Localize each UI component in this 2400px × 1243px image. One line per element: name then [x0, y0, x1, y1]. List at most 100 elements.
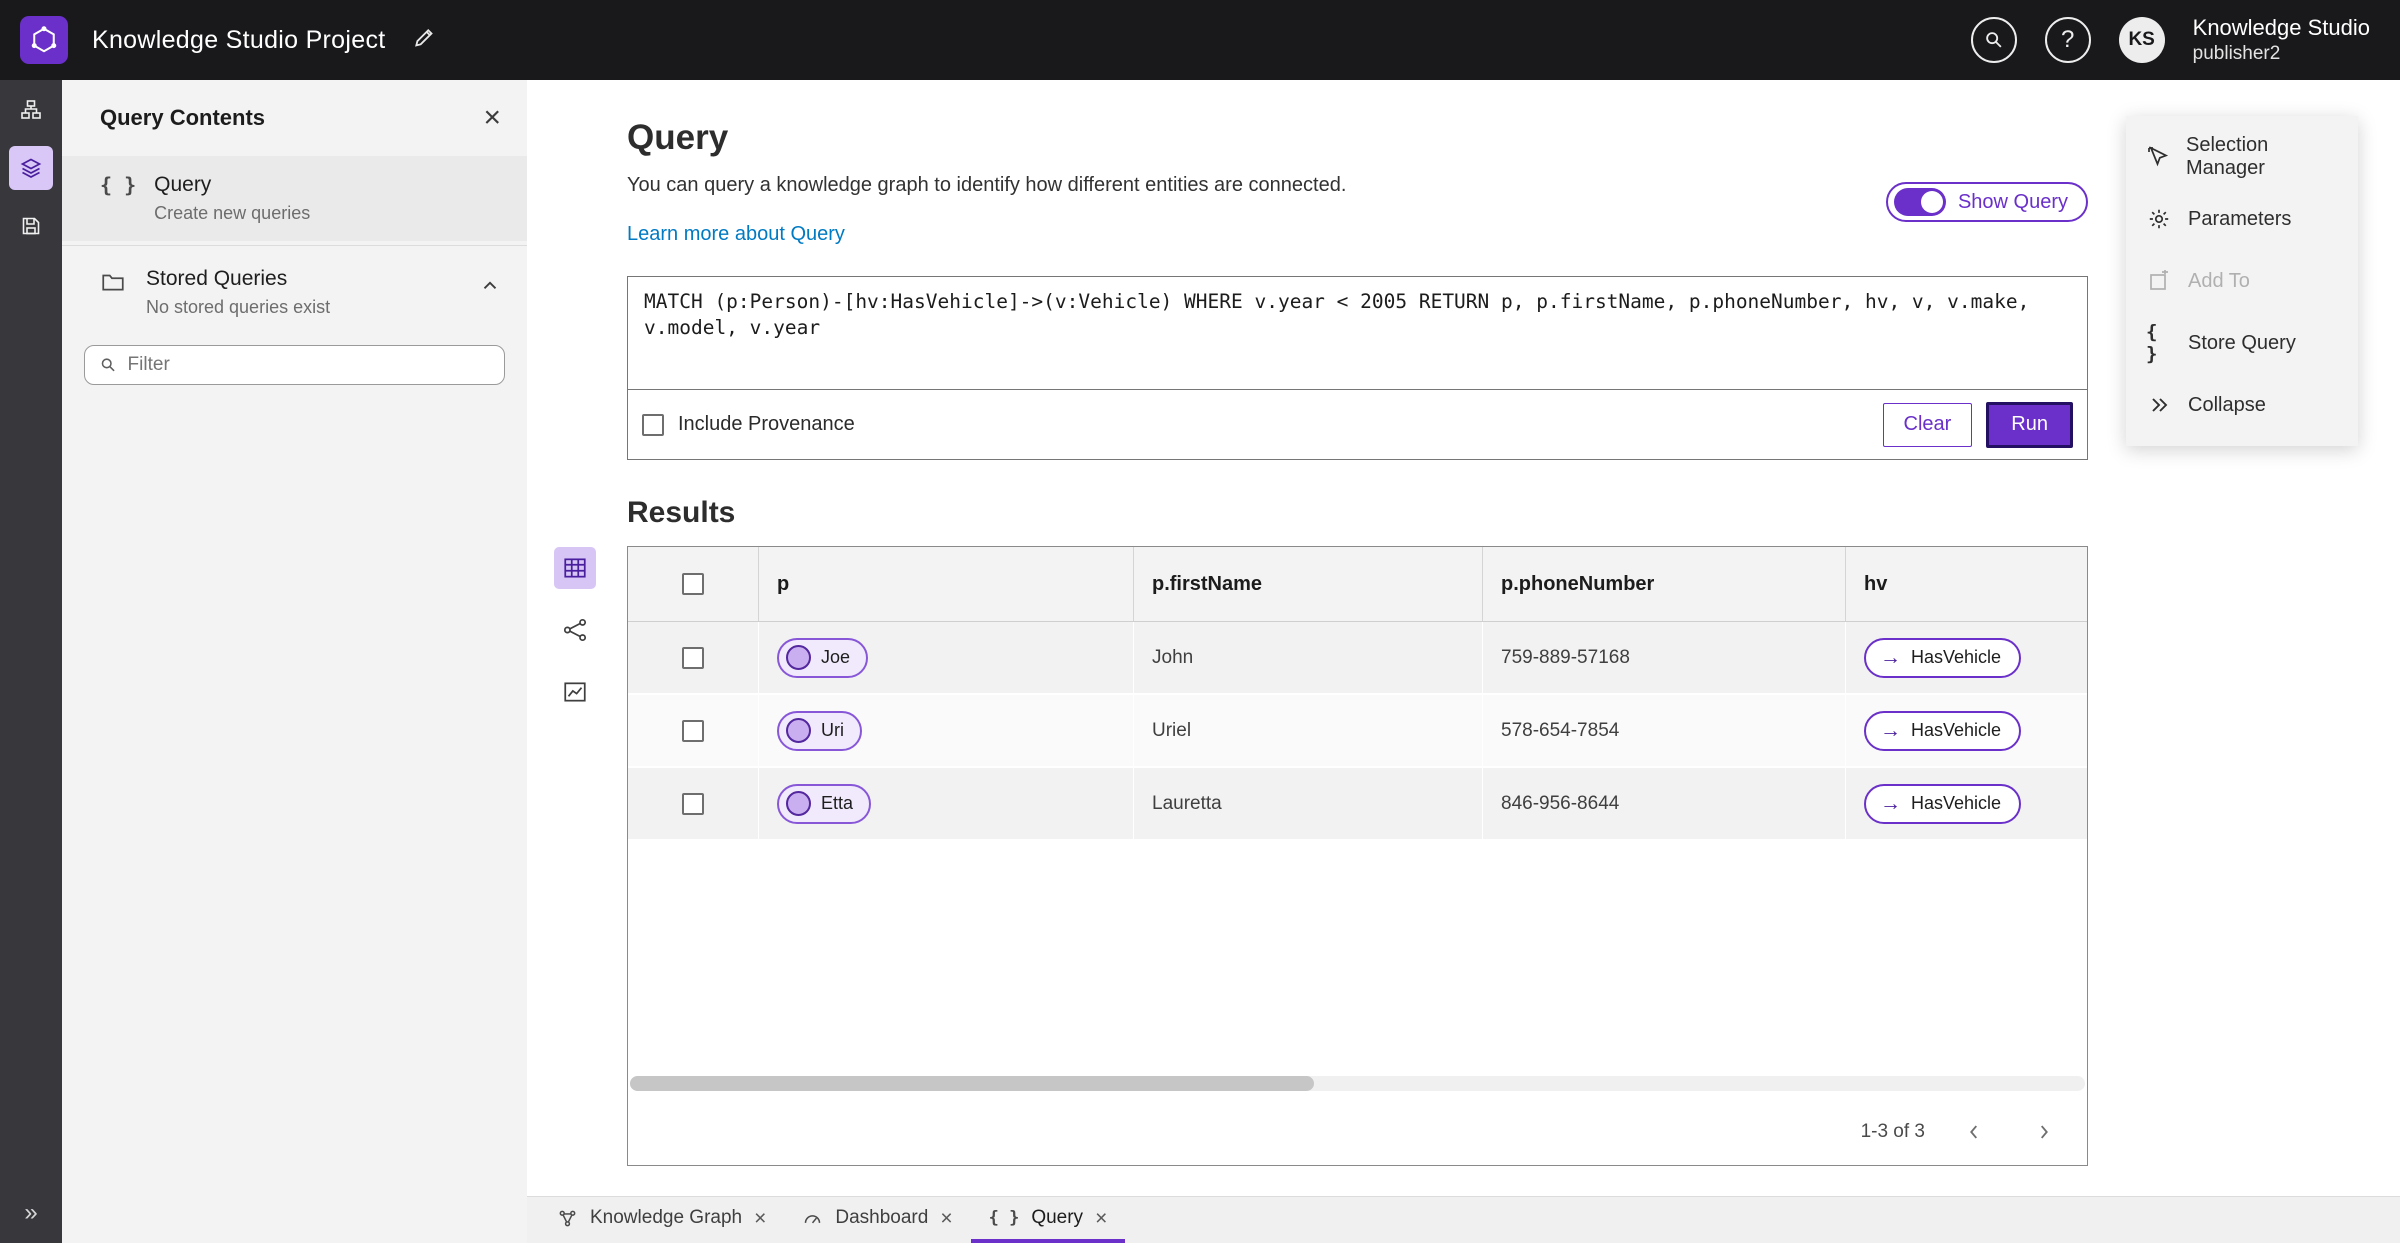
- entity-node-icon: [786, 718, 811, 743]
- tab-query[interactable]: { } Query ×: [970, 1197, 1126, 1243]
- tab-label: Query: [1031, 1207, 1084, 1228]
- search-icon: [101, 358, 115, 372]
- query-editor: MATCH (p:Person)-[hv:HasVehicle]->(v:Veh…: [627, 276, 2088, 460]
- data-model-button[interactable]: [9, 88, 53, 132]
- close-panel-button[interactable]: ×: [483, 103, 501, 133]
- question-mark-icon: ?: [2060, 26, 2075, 53]
- result-view-switcher: [554, 547, 596, 713]
- row-checkbox[interactable]: [682, 646, 704, 669]
- search-button[interactable]: [1970, 17, 2017, 63]
- query-nav-subtitle: Create new queries: [154, 203, 311, 223]
- app-name-label: Knowledge Studio: [2192, 15, 2370, 41]
- cell-firstname: Uriel: [1133, 695, 1482, 766]
- user-avatar[interactable]: KS: [2118, 17, 2165, 63]
- user-info[interactable]: Knowledge Studio publisher2: [2193, 14, 2370, 65]
- query-contents-panel: Query Contents × { } Query Create new qu…: [62, 80, 527, 1243]
- select-all-checkbox[interactable]: [682, 573, 704, 595]
- cell-phonenumber: 759-889-57168: [1482, 622, 1845, 693]
- chevron-left-icon: [1970, 1125, 1977, 1139]
- query-nav-item[interactable]: { } Query Create new queries: [62, 156, 527, 241]
- pagination-bar: 1-3 of 3: [628, 1099, 2087, 1165]
- parameters-label: Parameters: [2188, 207, 2292, 230]
- clear-button[interactable]: Clear: [1882, 402, 1973, 447]
- results-title: Results: [627, 496, 736, 529]
- query-textarea[interactable]: MATCH (p:Person)-[hv:HasVehicle]->(v:Veh…: [628, 277, 2087, 389]
- table-row: Uri Uriel 578-654-7854 → HasVehicle: [628, 695, 2087, 768]
- tab-label: Dashboard: [835, 1207, 929, 1228]
- stored-queries-item[interactable]: Stored Queries No stored queries exist: [62, 250, 527, 335]
- help-button[interactable]: ?: [2044, 17, 2091, 63]
- query-page: Query You can query a knowledge graph to…: [627, 118, 2088, 1166]
- hierarchy-icon: [21, 100, 41, 119]
- selection-manager-button[interactable]: Selection Manager: [2126, 126, 2358, 188]
- close-tab-icon[interactable]: ×: [1095, 1208, 1107, 1229]
- include-provenance-checkbox[interactable]: [642, 413, 664, 436]
- run-button[interactable]: Run: [1986, 401, 2073, 448]
- save-icon: [22, 217, 40, 235]
- divider: [62, 245, 527, 246]
- arrow-right-icon: →: [1880, 792, 1901, 815]
- layers-icon: [20, 158, 42, 178]
- left-icon-rail: »: [0, 80, 62, 1243]
- show-query-toggle[interactable]: Show Query: [1885, 182, 2088, 222]
- horizontal-scrollbar[interactable]: [630, 1076, 2085, 1091]
- close-tab-icon[interactable]: ×: [940, 1208, 952, 1229]
- knowledge-graph-icon: [557, 1208, 578, 1229]
- relationship-pill[interactable]: → HasVehicle: [1864, 710, 2022, 751]
- row-checkbox[interactable]: [682, 792, 704, 815]
- filter-input[interactable]: [127, 354, 490, 376]
- filter-field: [84, 345, 505, 385]
- query-description: You can query a knowledge graph to ident…: [627, 174, 1347, 196]
- gear-icon: [2146, 207, 2172, 231]
- show-query-label: Show Query: [1957, 190, 2068, 213]
- app-logo[interactable]: [20, 16, 68, 64]
- close-tab-icon[interactable]: ×: [754, 1208, 766, 1229]
- entity-node-icon: [786, 791, 811, 816]
- panel-header: Query Contents ×: [62, 80, 527, 156]
- next-page-button[interactable]: [2023, 1111, 2065, 1153]
- parameters-button[interactable]: Parameters: [2126, 188, 2358, 250]
- collapse-label: Collapse: [2188, 393, 2266, 416]
- table-empty-space: [628, 841, 2087, 1076]
- scrollbar-thumb[interactable]: [630, 1076, 1314, 1091]
- add-to-label: Add To: [2188, 269, 2250, 292]
- chart-view-icon: [564, 682, 586, 702]
- chevron-right-icon: [2041, 1125, 2048, 1139]
- stored-queries-title: Stored Queries: [146, 267, 288, 290]
- query-editor-footer: Include Provenance Clear Run: [628, 389, 2087, 459]
- entity-pill[interactable]: Joe: [777, 637, 869, 678]
- selection-manager-label: Selection Manager: [2186, 134, 2269, 179]
- query-actions-panel: Selection Manager Parameters Add To { } …: [2126, 116, 2358, 446]
- chevron-up-icon[interactable]: [479, 275, 501, 297]
- tab-dashboard[interactable]: Dashboard ×: [784, 1197, 970, 1243]
- tab-knowledge-graph[interactable]: Knowledge Graph ×: [539, 1197, 784, 1243]
- learn-more-link[interactable]: Learn more about Query: [627, 223, 845, 246]
- add-to-button: Add To: [2126, 250, 2358, 312]
- entity-node-icon: [786, 645, 811, 670]
- previous-page-button[interactable]: [1953, 1111, 1995, 1153]
- graph-view-button[interactable]: [554, 609, 596, 651]
- entity-pill[interactable]: Uri: [777, 710, 862, 751]
- column-header-hv[interactable]: hv: [1845, 547, 2087, 621]
- relationship-pill[interactable]: → HasVehicle: [1864, 783, 2022, 824]
- table-view-button[interactable]: [554, 547, 596, 589]
- bottom-tab-bar: Knowledge Graph × Dashboard × { } Query …: [527, 1196, 2400, 1243]
- top-bar-actions: ? KS Knowledge Studio publisher2: [1970, 14, 2370, 65]
- username-label: publisher2: [2192, 42, 2281, 64]
- save-button[interactable]: [9, 204, 53, 248]
- chart-view-button[interactable]: [554, 671, 596, 713]
- column-header-p[interactable]: p: [758, 547, 1133, 621]
- column-header-firstname[interactable]: p.firstName: [1133, 547, 1482, 621]
- edit-title-button[interactable]: [412, 27, 438, 53]
- collapse-button[interactable]: Collapse: [2126, 374, 2358, 436]
- store-query-button[interactable]: { } Store Query: [2126, 312, 2358, 374]
- store-query-label: Store Query: [2188, 331, 2296, 354]
- row-checkbox[interactable]: [682, 719, 704, 742]
- chevrons-right-icon: [2146, 393, 2172, 417]
- expand-rail-button[interactable]: »: [0, 1199, 62, 1227]
- contents-button[interactable]: [9, 146, 53, 190]
- relationship-pill[interactable]: → HasVehicle: [1864, 637, 2022, 678]
- entity-pill[interactable]: Etta: [777, 783, 872, 824]
- add-to-icon: [2146, 269, 2172, 293]
- column-header-phonenumber[interactable]: p.phoneNumber: [1482, 547, 1845, 621]
